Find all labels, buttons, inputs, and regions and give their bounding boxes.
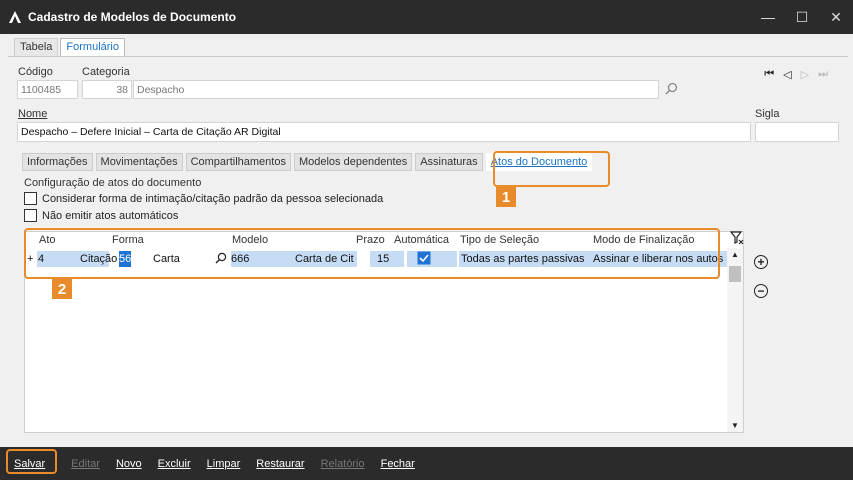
close-button[interactable]: ✕ — [819, 0, 853, 34]
edit-button[interactable]: Editar — [71, 458, 100, 470]
app-logo-icon — [8, 10, 22, 24]
categoria-label: Categoria — [82, 66, 130, 78]
categoria-code-field[interactable]: 38 — [82, 80, 132, 99]
delete-button[interactable]: Excluir — [158, 458, 191, 470]
considerar-forma-checkbox[interactable] — [24, 192, 37, 205]
grid-scrollbar[interactable]: ▲ ▼ — [727, 248, 743, 432]
scroll-up-icon[interactable]: ▲ — [731, 250, 739, 259]
new-button[interactable]: Novo — [116, 458, 142, 470]
categoria-name-field[interactable]: Despacho — [133, 80, 659, 99]
footer-toolbar: Salvar Editar Novo Excluir Limpar Restau… — [0, 447, 853, 480]
restore-button[interactable]: Restaurar — [256, 458, 304, 470]
callout-box-1 — [493, 151, 610, 187]
close-form-button[interactable]: Fechar — [381, 458, 415, 470]
search-icon[interactable] — [665, 82, 678, 98]
minimize-button[interactable]: — — [751, 0, 785, 34]
tab-tabela[interactable]: Tabela — [14, 38, 59, 56]
save-button-highlight — [6, 449, 57, 474]
report-button[interactable]: Relatório — [321, 458, 365, 470]
nome-field[interactable]: Despacho – Defere Inicial – Carta de Cit… — [17, 122, 751, 142]
codigo-label: Código — [18, 66, 53, 78]
callout-badge-1: 1 — [496, 187, 516, 207]
next-record-icon[interactable]: ▷ — [801, 68, 809, 81]
tab-assinaturas[interactable]: Assinaturas — [415, 153, 483, 171]
nao-emitir-label: Não emitir atos automáticos — [42, 209, 179, 222]
nao-emitir-checkbox[interactable] — [24, 209, 37, 222]
considerar-forma-checkbox-row[interactable]: Considerar forma de intimação/citação pa… — [24, 192, 383, 205]
nao-emitir-checkbox-row[interactable]: Não emitir atos automáticos — [24, 209, 178, 222]
tab-modelos-dependentes[interactable]: Modelos dependentes — [293, 153, 413, 171]
add-row-icon[interactable]: + — [754, 255, 768, 269]
considerar-forma-label: Considerar forma de intimação/citação pa… — [42, 192, 384, 205]
clear-button[interactable]: Limpar — [207, 458, 241, 470]
main-tabs: Tabela Formulário — [14, 38, 127, 56]
last-record-icon[interactable]: ⏭ — [818, 68, 828, 81]
sigla-field[interactable] — [755, 122, 839, 142]
record-navigation: ⏮ ◁ ▷ ⏭ — [764, 68, 828, 81]
scroll-down-icon[interactable]: ▼ — [731, 421, 739, 430]
filter-icon[interactable] — [729, 231, 744, 248]
nome-label: Nome — [18, 108, 48, 120]
codigo-field[interactable]: 1100485 — [17, 80, 78, 99]
scroll-thumb[interactable] — [729, 266, 741, 282]
remove-row-icon[interactable]: − — [754, 284, 768, 298]
callout-box-2 — [24, 228, 720, 279]
tab-movimentacoes[interactable]: Movimentações — [95, 153, 183, 171]
atos-section-label: Configuração de atos do documento — [24, 177, 202, 189]
maximize-button[interactable]: ☐ — [785, 0, 819, 34]
title-bar: Cadastro de Modelos de Documento — ☐ ✕ — [0, 0, 853, 34]
tab-informacoes[interactable]: Informações — [22, 153, 93, 171]
sigla-label: Sigla — [755, 108, 780, 120]
first-record-icon[interactable]: ⏮ — [764, 68, 774, 81]
prev-record-icon[interactable]: ◁ — [783, 68, 791, 81]
window-title: Cadastro de Modelos de Documento — [28, 10, 237, 24]
callout-badge-2: 2 — [52, 279, 72, 299]
tab-compartilhamentos[interactable]: Compartilhamentos — [185, 153, 291, 171]
tab-formulario[interactable]: Formulário — [60, 38, 125, 56]
